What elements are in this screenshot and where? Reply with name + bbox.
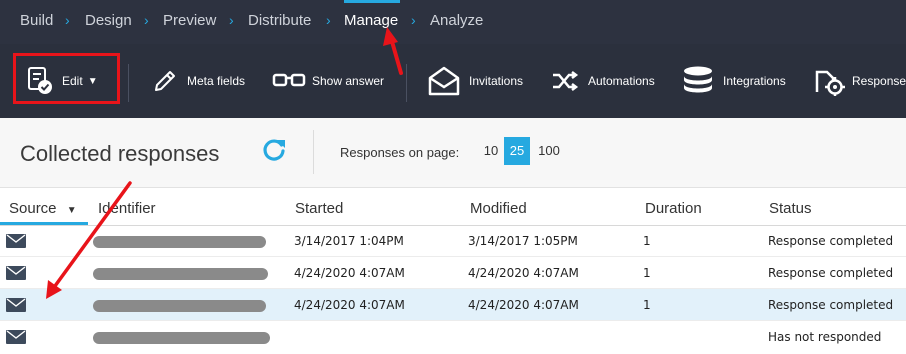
settings-gear-icon (813, 66, 845, 96)
nav-analyze[interactable]: Analyze (430, 12, 483, 29)
responses-on-page-label: Responses on page: (340, 145, 460, 160)
started-cell: 4/24/2020 4:07AM (294, 266, 405, 280)
started-cell: 4/24/2020 4:07AM (294, 298, 405, 312)
status-cell: Response completed (768, 298, 894, 312)
duration-cell: 1 (643, 298, 651, 312)
envelope-icon (6, 266, 26, 280)
page-size-10[interactable]: 10 (480, 137, 502, 165)
automations-label: Automations (588, 74, 655, 88)
envelope-icon (6, 330, 26, 344)
breadcrumb-nav: Build › Design › Preview › Distribute › … (0, 0, 906, 44)
meta-fields-button[interactable]: Meta fields (152, 44, 245, 118)
redacted-identifier (93, 300, 266, 312)
page-title: Collected responses (20, 141, 220, 166)
envelope-icon (6, 298, 26, 312)
envelope-open-icon (428, 66, 460, 96)
nav-preview[interactable]: Preview (163, 12, 216, 29)
chevron-right-icon: › (144, 12, 149, 28)
chevron-right-icon: › (411, 12, 416, 28)
toolbar-divider (406, 64, 407, 102)
status-cell: Has not responded (768, 330, 882, 344)
show-answer-label: Show answer (312, 74, 385, 88)
toolbar-divider (128, 64, 129, 102)
invitations-label: Invitations (469, 74, 524, 88)
status-cell: Response completed (768, 234, 894, 248)
chevron-right-icon: › (65, 12, 70, 28)
integrations-label: Integrations (723, 74, 786, 88)
database-icon (682, 65, 714, 97)
show-answer-button[interactable]: Show answer (272, 44, 384, 118)
page-size-100[interactable]: 100 (534, 137, 564, 165)
chevron-right-icon: › (326, 12, 331, 28)
modified-cell: 4/24/2020 4:07AM (468, 298, 579, 312)
integrations-button[interactable]: Integrations (682, 44, 786, 118)
status-cell: Response completed (768, 266, 894, 280)
table-row[interactable]: 3/14/2017 1:04PM 3/14/2017 1:05PM 1 Resp… (0, 225, 906, 257)
meta-fields-label: Meta fields (187, 74, 246, 88)
nav-design[interactable]: Design (85, 12, 132, 29)
response-settings-button[interactable]: Response (813, 44, 906, 118)
invitations-button[interactable]: Invitations (428, 44, 523, 118)
divider (313, 130, 314, 174)
table-row[interactable]: 4/24/2020 4:07AM 4/24/2020 4:07AM 1 Resp… (0, 289, 906, 321)
table-row[interactable]: 4/24/2020 4:07AM 4/24/2020 4:07AM 1 Resp… (0, 257, 906, 289)
redacted-identifier (93, 236, 266, 248)
active-tab-indicator (344, 0, 400, 3)
modified-cell: 3/14/2017 1:05PM (468, 234, 578, 248)
table-row[interactable]: Has not responded (0, 321, 906, 353)
envelope-icon (6, 234, 26, 248)
column-header-duration[interactable]: Duration (645, 200, 702, 217)
column-header-modified[interactable]: Modified (470, 200, 527, 217)
pencil-icon (152, 68, 178, 94)
column-header-started[interactable]: Started (295, 200, 343, 217)
duration-cell: 1 (643, 266, 651, 280)
chevron-right-icon: › (229, 12, 234, 28)
shuffle-icon (551, 70, 579, 92)
column-header-status[interactable]: Status (769, 200, 812, 217)
sort-down-icon: ▼ (66, 205, 77, 216)
glasses-icon (272, 72, 306, 90)
toolbar: Edit ▼ Meta fields Show answer Invitatio… (0, 44, 906, 118)
redacted-identifier (93, 332, 270, 344)
page-size-25[interactable]: 25 (504, 137, 530, 165)
refresh-icon[interactable] (261, 137, 287, 163)
modified-cell: 4/24/2020 4:07AM (468, 266, 579, 280)
column-header-identifier[interactable]: Identifier (98, 200, 156, 217)
nav-build[interactable]: Build (20, 12, 53, 29)
nav-manage[interactable]: Manage (344, 12, 398, 29)
nav-distribute[interactable]: Distribute (248, 12, 311, 29)
annotation-box (13, 53, 120, 104)
duration-cell: 1 (643, 234, 651, 248)
response-settings-label: Response (852, 74, 906, 88)
automations-button[interactable]: Automations (551, 44, 655, 118)
redacted-identifier (93, 268, 268, 280)
column-header-source[interactable]: Source ▼ (9, 200, 77, 217)
started-cell: 3/14/2017 1:04PM (294, 234, 404, 248)
